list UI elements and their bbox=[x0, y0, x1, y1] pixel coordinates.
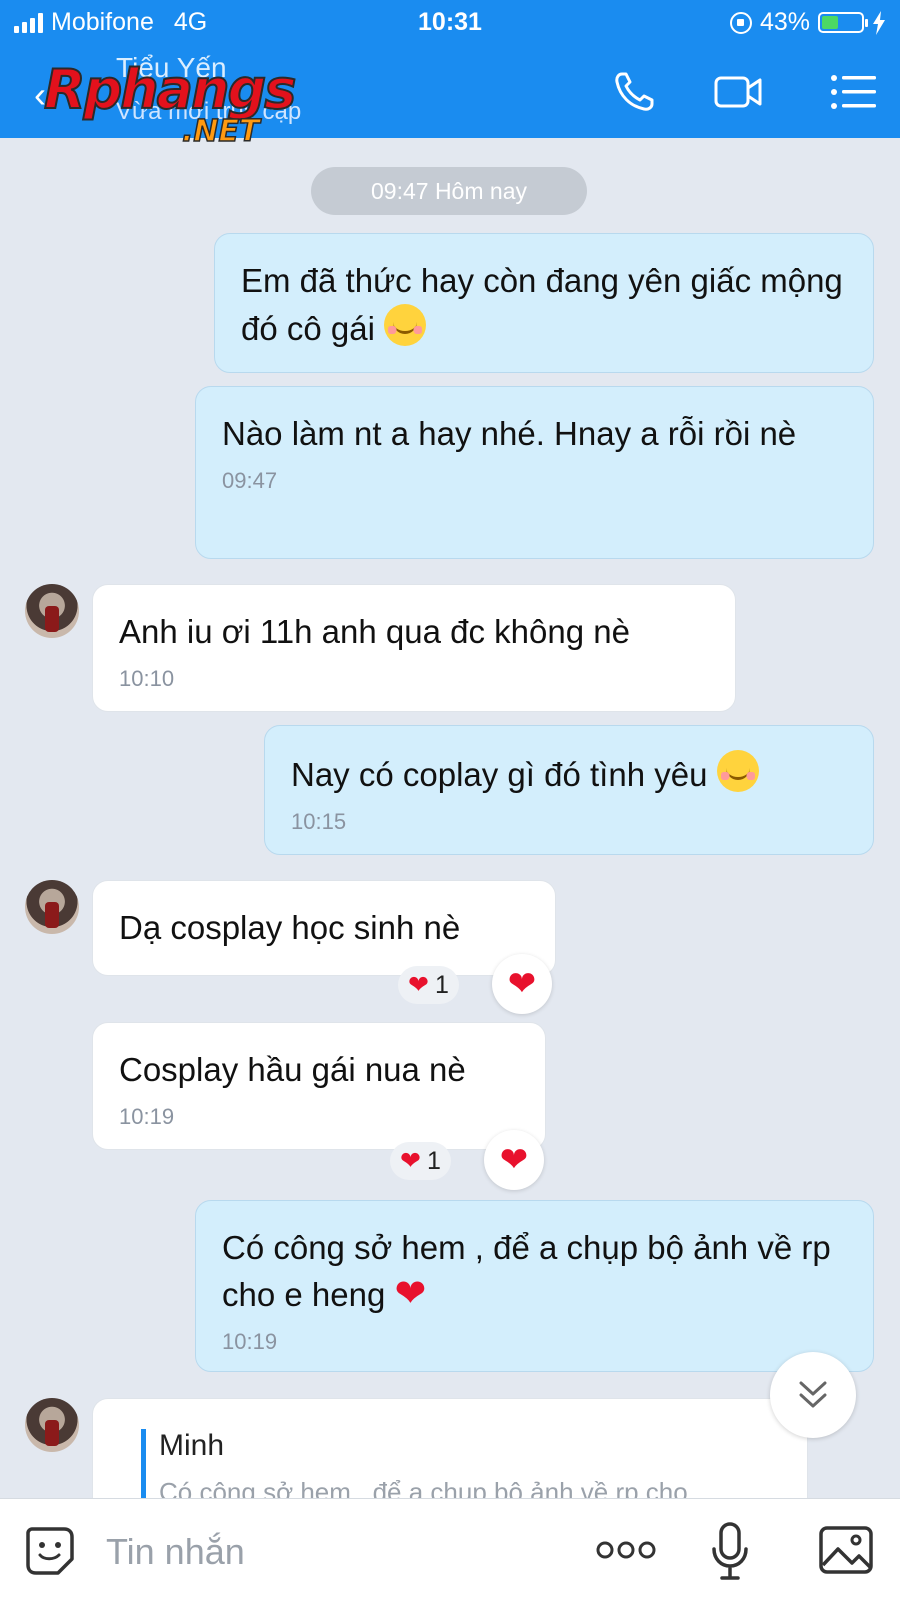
charging-icon bbox=[873, 10, 885, 35]
avatar[interactable] bbox=[25, 584, 79, 638]
heart-icon: ❤ bbox=[499, 1141, 529, 1179]
quoted-sender: Minh bbox=[159, 1429, 225, 1462]
double-chevron-down-icon bbox=[799, 1381, 827, 1408]
rotation-lock-icon bbox=[729, 11, 752, 34]
message-bubble-incoming[interactable]: Anh iu ơi 11h anh qua đc không nè 10:10 bbox=[92, 584, 736, 712]
heart-icon: ❤ bbox=[408, 971, 429, 999]
message-time: 10:19 bbox=[222, 1329, 278, 1354]
sticker-icon[interactable] bbox=[24, 1525, 76, 1577]
reaction-count: 1 bbox=[434, 970, 449, 999]
smiling-blush-emoji-icon bbox=[384, 304, 427, 346]
heart-icon: ❤ bbox=[507, 965, 537, 1003]
chat-header: Mobifone 4G 10:31 43% ‹ Tiểu Yến Vừa mới… bbox=[0, 0, 900, 150]
react-heart-button[interactable]: ❤ bbox=[484, 1130, 544, 1190]
message-bubble-incoming[interactable]: Dạ cosplay học sinh nè bbox=[92, 880, 556, 976]
status-right: 43% bbox=[729, 8, 886, 37]
more-options-icon[interactable] bbox=[596, 1539, 656, 1561]
message-text: Dạ cosplay học sinh nè bbox=[119, 909, 461, 946]
video-call-icon[interactable] bbox=[714, 68, 762, 116]
menu-list-icon[interactable] bbox=[830, 68, 878, 116]
message-text: Cosplay hầu gái nua nè bbox=[119, 1051, 466, 1088]
scroll-to-bottom-button[interactable] bbox=[770, 1352, 856, 1438]
message-bubble-outgoing[interactable]: Em đã thức hay còn đang yên giấc mộng đó… bbox=[214, 233, 874, 373]
reaction-summary[interactable]: ❤ 1 bbox=[398, 966, 459, 1004]
message-bubble-outgoing[interactable]: Nào làm nt a hay nhé. Hnay a rỗi rồi nè … bbox=[195, 386, 874, 559]
battery-percent: 43% bbox=[759, 8, 810, 36]
message-input[interactable] bbox=[104, 1523, 548, 1581]
red-heart-emoji-icon: ❤ bbox=[394, 1273, 427, 1315]
date-separator: 09:47 Hôm nay bbox=[311, 167, 587, 215]
battery-icon bbox=[818, 12, 868, 33]
message-time: 09:47 bbox=[222, 468, 278, 493]
message-text: Nay có coplay gì đó tình yêu bbox=[291, 756, 708, 793]
chat-title[interactable]: ‹ Tiểu Yến Vừa mới truy cập Rphangs .NET bbox=[34, 52, 374, 150]
avatar[interactable] bbox=[25, 880, 79, 934]
watermark-logo-sub: .NET bbox=[181, 113, 260, 150]
message-text: Em đã thức hay còn đang yên giấc mộng đó… bbox=[241, 262, 843, 347]
react-heart-button[interactable]: ❤ bbox=[492, 954, 552, 1014]
reaction-count: 1 bbox=[426, 1146, 441, 1175]
message-text: Anh iu ơi 11h anh qua đc không nè bbox=[119, 613, 630, 650]
image-gallery-icon[interactable] bbox=[818, 1525, 874, 1575]
message-time: 10:19 bbox=[119, 1104, 175, 1129]
status-bar: Mobifone 4G 10:31 43% bbox=[0, 0, 900, 48]
message-time: 10:15 bbox=[291, 809, 347, 834]
message-bubble-outgoing[interactable]: Nay có coplay gì đó tình yêu 10:15 bbox=[264, 725, 874, 855]
message-bubble-incoming[interactable]: Cosplay hầu gái nua nè 10:19 bbox=[92, 1022, 546, 1150]
smiling-blush-emoji-icon bbox=[716, 750, 759, 792]
heart-icon: ❤ bbox=[400, 1147, 421, 1175]
microphone-icon[interactable] bbox=[710, 1521, 750, 1581]
watermark-logo: Rphangs bbox=[43, 57, 297, 122]
message-text: Có công sở hem , để a chụp bộ ảnh về rp … bbox=[222, 1229, 831, 1313]
avatar[interactable] bbox=[25, 1398, 79, 1452]
message-time: 10:10 bbox=[119, 666, 175, 691]
call-phone-icon[interactable] bbox=[610, 68, 658, 116]
message-bubble-outgoing[interactable]: Có công sở hem , để a chụp bộ ảnh về rp … bbox=[195, 1200, 874, 1372]
reaction-summary[interactable]: ❤ 1 bbox=[390, 1142, 451, 1180]
message-text: Nào làm nt a hay nhé. Hnay a rỗi rồi nè bbox=[222, 415, 797, 452]
message-input-bar bbox=[0, 1498, 900, 1601]
